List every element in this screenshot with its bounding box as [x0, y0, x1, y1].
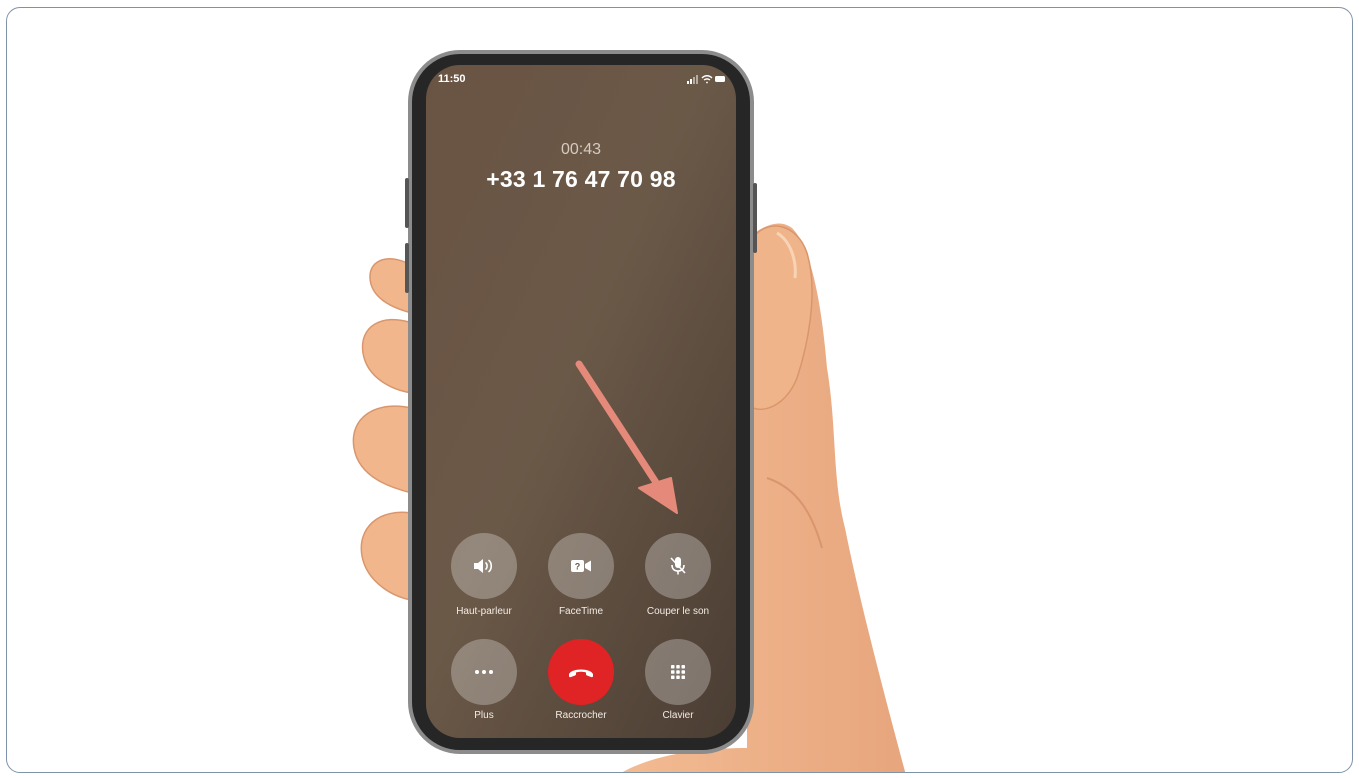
hang-up-label: Raccrocher	[555, 710, 607, 721]
more-label: Plus	[474, 710, 494, 721]
more-icon	[475, 670, 493, 674]
call-screen: 11:50 00:43 +33 1 76 47 70 98 Haut-parle…	[426, 65, 736, 738]
mute-label: Couper le son	[646, 606, 710, 617]
hang-up-button[interactable]	[548, 639, 614, 705]
mute-button[interactable]	[645, 533, 711, 599]
hand-fingers	[352, 258, 413, 601]
wifi-icon	[701, 75, 713, 84]
keypad-icon	[671, 665, 685, 679]
keypad-button[interactable]	[645, 639, 711, 705]
keypad-label: Clavier	[662, 710, 694, 721]
speaker-button[interactable]	[451, 533, 517, 599]
battery-icon	[715, 76, 725, 82]
phone-number: +33 1 76 47 70 98	[486, 166, 676, 192]
speaker-label: Haut-parleur	[456, 606, 512, 617]
hang-up-icon	[569, 669, 593, 678]
more-button[interactable]	[451, 639, 517, 705]
signal-icon	[687, 75, 698, 84]
mute-microphone-icon	[670, 557, 686, 575]
card-frame: 11:50 00:43 +33 1 76 47 70 98 Haut-parle…	[6, 7, 1353, 773]
facetime-label: FaceTime	[558, 606, 604, 617]
status-icons	[687, 75, 725, 84]
svg-text:?: ?	[575, 562, 581, 572]
call-timer: 00:43	[560, 141, 602, 158]
status-time: 11:50	[438, 73, 466, 85]
speaker-icon	[474, 559, 493, 573]
facetime-icon: ?	[571, 560, 591, 572]
facetime-button[interactable]: ?	[548, 533, 614, 599]
